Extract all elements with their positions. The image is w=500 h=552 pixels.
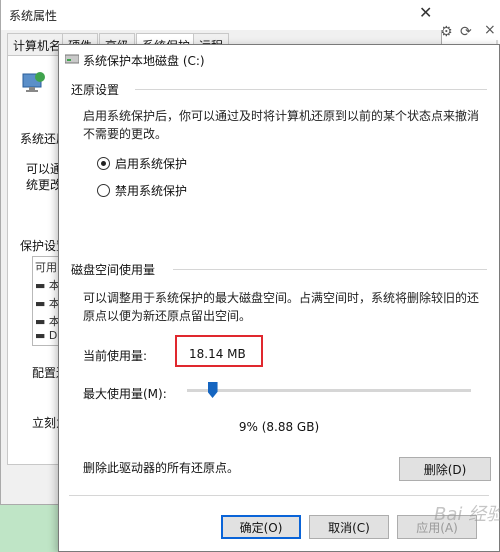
close-icon[interactable]: ✕ bbox=[419, 3, 432, 22]
ok-button[interactable]: 确定(O) bbox=[221, 515, 301, 539]
info-text-line2: 统更改 bbox=[26, 178, 63, 192]
restore-description: 启用系统保护后，你可以通过及时将计算机还原到以前的某个状态点来撤消不需要的更改。 bbox=[83, 109, 480, 141]
watermark-logo: Bai 经验 bbox=[434, 504, 500, 525]
disable-protection-radio[interactable]: 禁用系统保护 bbox=[97, 182, 187, 199]
restore-settings-heading: 还原设置 bbox=[71, 83, 120, 97]
dialog-title: 系统保护本地磁盘 (C:) bbox=[83, 54, 205, 68]
list-item[interactable]: ▬ 本 bbox=[35, 313, 60, 329]
window-titlebar: 系统属性 ✕ bbox=[1, 0, 443, 30]
max-usage-percent: 9% (8.88 GB) bbox=[238, 420, 320, 434]
radio-unselected-icon bbox=[97, 184, 110, 197]
list-header: 可用 bbox=[35, 261, 57, 274]
dialog-titlebar: 系统保护本地磁盘 (C:) bbox=[59, 45, 499, 73]
delete-button[interactable]: 删除(D) bbox=[399, 457, 491, 481]
info-text-line1: 可以通 bbox=[26, 162, 63, 176]
radio-label: 启用系统保护 bbox=[115, 157, 188, 171]
computer-shield-icon bbox=[22, 72, 45, 92]
current-usage-label: 当前使用量: bbox=[83, 349, 148, 363]
list-item[interactable]: ▬ 本 bbox=[35, 277, 60, 293]
divider bbox=[173, 269, 487, 270]
current-usage-value: 18.14 MB bbox=[189, 347, 246, 361]
divider bbox=[69, 495, 489, 496]
disk-description: 可以调整用于系统保护的最大磁盘空间。占满空间时，系统将删除较旧的还原点以便为新还… bbox=[83, 291, 480, 323]
drive-icon bbox=[65, 54, 79, 64]
delete-description: 删除此驱动器的所有还原点。 bbox=[83, 461, 240, 475]
close-icon: × bbox=[484, 22, 496, 38]
divider bbox=[135, 89, 487, 90]
radio-selected-icon bbox=[97, 157, 110, 170]
list-item[interactable]: ▬ 本 bbox=[35, 295, 60, 311]
list-item[interactable]: ▬ D bbox=[35, 329, 57, 342]
disk-usage-heading: 磁盘空间使用量 bbox=[71, 263, 156, 277]
slider-thumb[interactable] bbox=[207, 382, 218, 398]
radio-label: 禁用系统保护 bbox=[115, 184, 188, 198]
system-protection-dialog: 系统保护本地磁盘 (C:) 还原设置 启用系统保护后，你可以通过及时将计算机还原… bbox=[58, 44, 500, 552]
enable-protection-radio[interactable]: 启用系统保护 bbox=[97, 155, 187, 172]
refresh-icon: ⟳ bbox=[460, 24, 472, 40]
cancel-button[interactable]: 取消(C) bbox=[309, 515, 389, 539]
background-strip bbox=[0, 503, 58, 552]
window-title: 系统属性 bbox=[9, 9, 58, 23]
max-usage-slider[interactable] bbox=[187, 389, 471, 392]
max-usage-label: 最大使用量(M): bbox=[83, 387, 167, 401]
